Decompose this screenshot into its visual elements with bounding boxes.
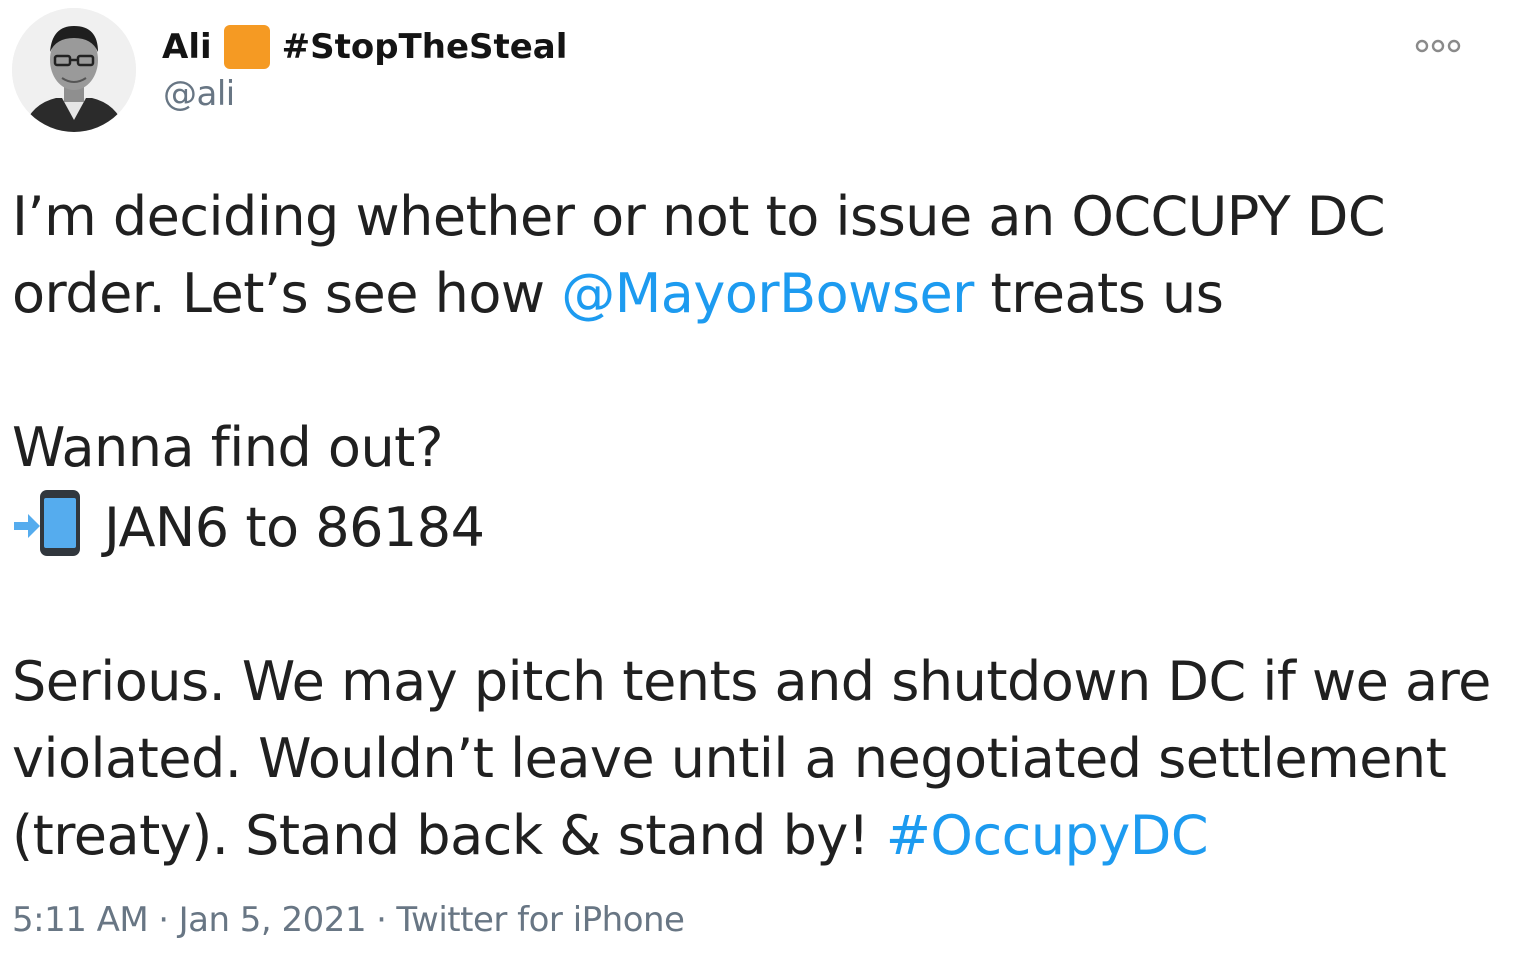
tweet-text-segment: treats us [973,262,1224,325]
tweet-text-segment: Wanna find out? [12,416,444,479]
tweet-line: I’m deciding whether or not to issue an … [12,178,1492,255]
tweet-text: I’m deciding whether or not to issue an … [12,178,1492,874]
more-options-icon[interactable] [1408,32,1468,60]
author-display-name[interactable]: Ali [162,27,212,67]
tweet-time[interactable]: 5:11 AM [12,900,149,940]
avatar[interactable] [12,8,136,132]
tweet-line: (treaty). Stand back & stand by! #Occupy… [12,797,1492,874]
tweet-text-segment: Serious. We may pitch tents and shutdown… [12,650,1491,713]
tweet-line: order. Let’s see how @MayorBowser treats… [12,255,1492,332]
meta-separator: · [376,900,387,940]
meta-separator: · [158,900,169,940]
orange-square-icon [223,25,270,69]
author-name-tag[interactable]: #StopTheSteal [282,27,568,67]
phone-with-arrow-icon [12,486,86,560]
tweet-text-segment: violated. Wouldn’t leave until a negotia… [12,727,1447,790]
tweet-line: Wanna find out? [12,409,1492,486]
tweet-line: Serious. We may pitch tents and shutdown… [12,643,1492,720]
tweet-metadata: 5:11 AM · Jan 5, 2021 · Twitter for iPhone [12,900,685,940]
mention-link[interactable]: @MayorBowser [561,262,974,325]
tweet-text-segment: I’m deciding whether or not to issue an … [12,185,1386,248]
hashtag-link[interactable]: #OccupyDC [886,804,1209,867]
tweet-line: violated. Wouldn’t leave until a negotia… [12,720,1492,797]
tweet-card: Ali #StopTheSteal @ali I’m deciding whet… [0,0,1524,954]
tweet-text-segment: (treaty). Stand back & stand by! [12,804,886,867]
author-name-row: Ali #StopTheSteal [162,22,567,72]
tweet-text-segment: JAN6 to 86184 [104,496,485,559]
tweet-date[interactable]: Jan 5, 2021 [179,900,367,940]
tweet-text-segment: order. Let’s see how [12,262,562,325]
profile-photo-icon [12,8,136,132]
author-handle[interactable]: @ali [163,74,235,114]
tweet-source[interactable]: Twitter for iPhone [396,900,685,940]
tweet-line: JAN6 to 86184 [12,486,1492,566]
